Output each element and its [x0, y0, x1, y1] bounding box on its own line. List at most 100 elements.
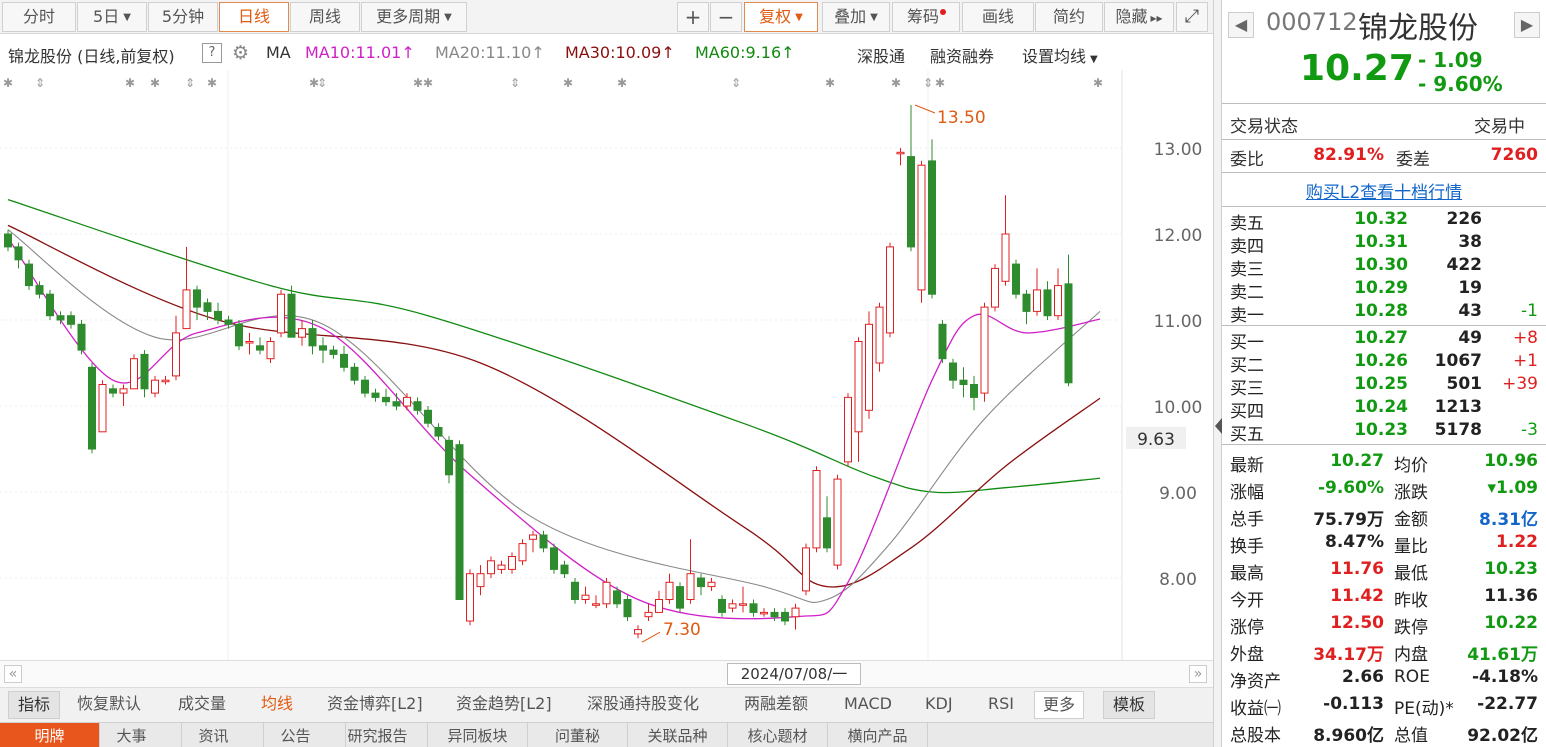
prev-stock-icon[interactable]: ◀ — [1228, 12, 1254, 38]
chips-button[interactable]: 筹码 — [892, 2, 960, 32]
time-scroll-bar[interactable]: « 2024/07/08/一 » — [0, 660, 1213, 688]
indicator-tab-macd[interactable]: MACD — [844, 691, 892, 719]
ask-level-label: 卖四 — [1230, 237, 1264, 257]
bid-row-2[interactable]: 买三 10.25 501 +39 — [1222, 374, 1546, 399]
gear-icon[interactable]: ⚙ — [232, 42, 249, 64]
zoom-in-button[interactable]: + — [677, 2, 709, 32]
chevron-down-icon: ▼ — [444, 11, 452, 23]
ask-price: 10.32 — [1354, 209, 1408, 229]
collapse-arrow-icon[interactable] — [1215, 418, 1222, 434]
ask-row-4[interactable]: 卖一 10.28 43 -1 — [1222, 301, 1546, 326]
trade-status-label: 交易状态 — [1230, 117, 1298, 137]
indicator-tab-margin-diff[interactable]: 两融差额 — [744, 691, 808, 719]
ask-row-1[interactable]: 卖四 10.31 38 — [1222, 232, 1546, 257]
event-marker-icon[interactable]: ⇕ — [317, 76, 327, 90]
weicha-value: 7260 — [1490, 145, 1538, 165]
shengutong-link[interactable]: 深股通 — [857, 43, 905, 67]
bottom-tab-5[interactable]: 异同板块 — [428, 723, 528, 747]
candle-body — [308, 328, 317, 347]
y-tick-label: 10.00 — [1154, 398, 1203, 418]
fuquan-button[interactable]: 复权 ▼ — [744, 2, 818, 32]
bottom-tab-8[interactable]: 核心题材 — [728, 723, 828, 747]
y-tick-label: 9.00 — [1159, 484, 1197, 504]
event-marker-icon[interactable]: ⇕ — [923, 76, 933, 90]
margin-trading-link[interactable]: 融资融券 — [930, 43, 994, 67]
ma-settings-link[interactable]: 设置均线 ▼ — [1022, 43, 1098, 67]
indicator-tab-fund-game[interactable]: 资金博弈[L2] — [327, 691, 423, 719]
period-tab-weekly[interactable]: 周线 — [290, 2, 360, 32]
indicator-tab-indicator[interactable]: 指标 — [8, 691, 61, 719]
period-tab-5day[interactable]: 5日 ▼ — [77, 2, 147, 32]
event-marker-icon[interactable]: ✱ — [423, 76, 433, 90]
indicator-tab-rsi[interactable]: RSI — [988, 691, 1014, 719]
candle-body — [109, 388, 117, 394]
bottom-tab-4[interactable]: 研究报告 — [328, 723, 428, 747]
simple-mode-button[interactable]: 简约 — [1035, 2, 1103, 32]
bottom-tab-7[interactable]: 关联品种 — [628, 723, 728, 747]
indicator-tab-template[interactable]: 模板 — [1103, 691, 1156, 719]
event-marker-icon[interactable]: ⇕ — [731, 76, 741, 90]
help-icon[interactable]: ? — [202, 43, 222, 63]
period-tab-more[interactable]: 更多周期 ▼ — [361, 2, 467, 32]
bid-row-0[interactable]: 买一 10.27 49 +8 — [1222, 328, 1546, 353]
panel-splitter[interactable] — [1213, 0, 1222, 747]
event-marker-icon[interactable]: ✱ — [1093, 76, 1103, 90]
candle-body — [613, 590, 621, 605]
period-tab-daily[interactable]: 日线 — [219, 2, 289, 32]
candle-body — [119, 388, 128, 394]
bid-row-4[interactable]: 买五 10.23 5178 -3 — [1222, 420, 1546, 445]
overlay-button[interactable]: 叠加 ▼ — [822, 2, 890, 32]
kline-panel: 分时 5日 ▼ 5分钟 日线 周线 更多周期 ▼ + − 复权 ▼ 叠加 ▼ 筹码 画线… — [0, 0, 1213, 747]
indicator-tab-ma[interactable]: 均线 — [261, 691, 293, 719]
bottom-tab-6[interactable]: 问董秘 — [528, 723, 628, 747]
bottom-tab-9[interactable]: 横向产品 — [828, 723, 928, 747]
candle-body — [865, 323, 873, 411]
period-tab-5min[interactable]: 5分钟 — [148, 2, 218, 32]
candle-body — [1001, 233, 1010, 282]
event-marker-icon[interactable]: ✱ — [563, 76, 573, 90]
buy-l2-link[interactable]: 购买L2查看十档行情 — [1306, 183, 1462, 203]
event-marker-icon[interactable]: ✱ — [3, 76, 13, 90]
event-marker-icon[interactable]: ✱ — [125, 76, 135, 90]
event-marker-icon[interactable]: ✱ — [935, 76, 945, 90]
candle-body — [424, 409, 432, 424]
scroll-left-icon[interactable]: « — [4, 665, 22, 683]
indicator-tab-reset[interactable]: 恢复默认 — [77, 691, 141, 719]
indicator-tab-sgt-holding[interactable]: 深股通持股变化 — [587, 691, 699, 719]
event-marker-icon[interactable]: ✱ — [207, 76, 217, 90]
event-marker-icon[interactable]: ✱ — [891, 76, 901, 90]
candle-body — [1054, 285, 1062, 317]
candle-body — [1064, 283, 1073, 384]
ask-row-2[interactable]: 卖三 10.30 422 — [1222, 255, 1546, 280]
candle-body — [361, 379, 369, 394]
candlestick-chart[interactable]: ✱ ⇕ ✱ ✱ ⇕ ✱ ✱ ⇕ ✱ ✱ ⇕ ✱ ✱ ⇕ ✱ ✱ ⇕ ✱ ✱ 13.50 7.30 13.00 12.00… — [0, 70, 1213, 660]
stat-label: 今开 — [1230, 591, 1264, 611]
draw-line-button[interactable]: 画线 — [962, 2, 1034, 32]
chart-canvas[interactable]: ✱ ⇕ ✱ ✱ ⇕ ✱ ✱⇕ ✱ ✱ ⇕ ✱ ✱ ⇕ ✱ ✱ ⇕ ✱ ✱ 13.50 7.30 13.00 12.00… — [0, 70, 1213, 660]
event-marker-icon[interactable]: ⇕ — [35, 76, 45, 90]
candle-body — [403, 396, 411, 407]
indicator-tab-volume[interactable]: 成交量 — [178, 691, 226, 719]
ask-row-0[interactable]: 卖五 10.32 226 — [1222, 209, 1546, 234]
event-marker-icon[interactable]: ✱ — [617, 76, 627, 90]
price-change: - 1.09 — [1418, 48, 1483, 72]
scroll-right-icon[interactable]: » — [1189, 665, 1207, 683]
bid-row-1[interactable]: 买二 10.26 1067 +1 — [1222, 351, 1546, 376]
stat-label: 均价 — [1394, 456, 1428, 476]
event-marker-icon[interactable]: ⇕ — [185, 76, 195, 90]
fullscreen-icon[interactable]: ⤢ — [1176, 2, 1208, 32]
event-marker-icon[interactable]: ⇕ — [510, 76, 520, 90]
hide-panel-button[interactable]: 隐藏 ▸▸ — [1104, 2, 1174, 32]
ma-label[interactable]: MA — [266, 43, 291, 62]
indicator-tab-kdj[interactable]: KDJ — [925, 691, 953, 719]
indicator-tab-more[interactable]: 更多 — [1034, 691, 1085, 719]
event-marker-icon[interactable]: ✱ — [413, 76, 423, 90]
ask-row-3[interactable]: 卖二 10.29 19 — [1222, 278, 1546, 303]
event-marker-icon[interactable]: ✱ — [150, 76, 160, 90]
zoom-out-button[interactable]: − — [710, 2, 742, 32]
bid-row-3[interactable]: 买四 10.24 1213 — [1222, 397, 1546, 422]
indicator-tab-fund-trend[interactable]: 资金趋势[L2] — [456, 691, 552, 719]
period-tab-intraday[interactable]: 分时 — [2, 2, 76, 32]
next-stock-icon[interactable]: ▶ — [1514, 12, 1540, 38]
event-marker-icon[interactable]: ✱ — [825, 76, 835, 90]
